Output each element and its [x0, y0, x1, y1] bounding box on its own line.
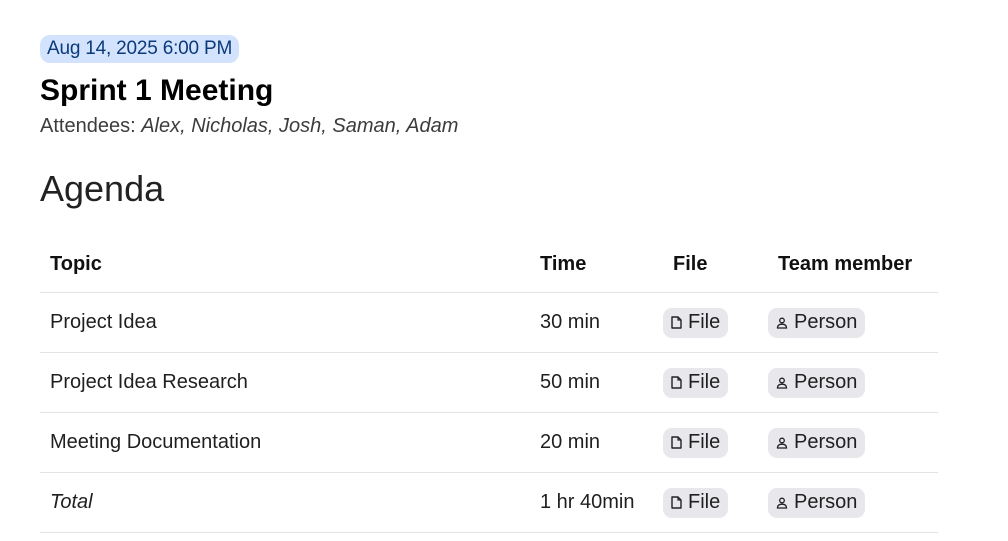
table-header-row: Topic Time File Team member	[40, 236, 938, 293]
file-cell: File	[663, 292, 768, 353]
file-cell: File	[663, 412, 768, 473]
member-cell: Person	[768, 292, 938, 353]
time-cell: 1 hr 40min	[530, 472, 663, 533]
attendees-label: Attendees:	[40, 115, 136, 137]
meeting-notes: Aug 14, 2025 6:00 PM Sprint 1 Meeting At…	[40, 35, 938, 533]
table-row: Meeting Documentation 20 min File Person	[40, 412, 938, 473]
file-chip[interactable]: File	[663, 487, 729, 518]
table-row: Project Idea 30 min File Person	[40, 292, 938, 353]
file-icon	[671, 376, 682, 389]
page-title: Sprint 1 Meeting	[40, 74, 274, 107]
column-header-time: Time	[530, 236, 663, 293]
person-icon	[776, 497, 788, 509]
time-cell: 20 min	[530, 412, 663, 473]
member-cell: Person	[768, 472, 938, 533]
column-header-topic: Topic	[40, 236, 530, 293]
date-chip[interactable]: Aug 14, 2025 6:00 PM	[40, 35, 240, 63]
agenda-heading: Agenda	[40, 168, 165, 209]
file-icon	[671, 316, 682, 329]
attendees-names: Alex, Nicholas, Josh, Saman, Adam	[141, 115, 459, 137]
member-cell: Person	[768, 352, 938, 413]
file-icon	[671, 496, 682, 509]
person-icon	[776, 317, 788, 329]
table-row-total: Total 1 hr 40min File Person	[40, 472, 938, 533]
topic-cell: Project Idea Research	[40, 352, 530, 413]
file-chip[interactable]: File	[663, 367, 729, 398]
person-chip[interactable]: Person	[768, 427, 866, 458]
file-cell: File	[663, 352, 768, 413]
time-cell: 50 min	[530, 352, 663, 413]
topic-cell: Total	[40, 472, 530, 533]
agenda-table: Topic Time File Team member Project Idea…	[40, 236, 938, 533]
file-chip-label: File	[688, 431, 721, 453]
file-chip-label: File	[688, 311, 721, 333]
person-chip-label: Person	[794, 431, 858, 453]
person-chip-label: Person	[794, 311, 858, 333]
person-chip-label: Person	[794, 491, 858, 513]
column-header-team-member: Team member	[768, 236, 938, 293]
file-chip[interactable]: File	[663, 427, 729, 458]
attendees-line: Attendees: Alex, Nicholas, Josh, Saman, …	[40, 113, 938, 139]
file-chip-label: File	[688, 491, 721, 513]
time-cell: 30 min	[530, 292, 663, 353]
file-chip[interactable]: File	[663, 307, 729, 338]
topic-cell: Meeting Documentation	[40, 412, 530, 473]
person-chip[interactable]: Person	[768, 487, 866, 518]
file-icon	[671, 436, 682, 449]
topic-cell: Project Idea	[40, 292, 530, 353]
file-chip-label: File	[688, 371, 721, 393]
person-chip-label: Person	[794, 371, 858, 393]
person-chip[interactable]: Person	[768, 367, 866, 398]
person-icon	[776, 377, 788, 389]
person-chip[interactable]: Person	[768, 307, 866, 338]
table-row: Project Idea Research 50 min File Person	[40, 352, 938, 413]
person-icon	[776, 437, 788, 449]
file-cell: File	[663, 472, 768, 533]
column-header-file: File	[663, 236, 768, 293]
member-cell: Person	[768, 412, 938, 473]
